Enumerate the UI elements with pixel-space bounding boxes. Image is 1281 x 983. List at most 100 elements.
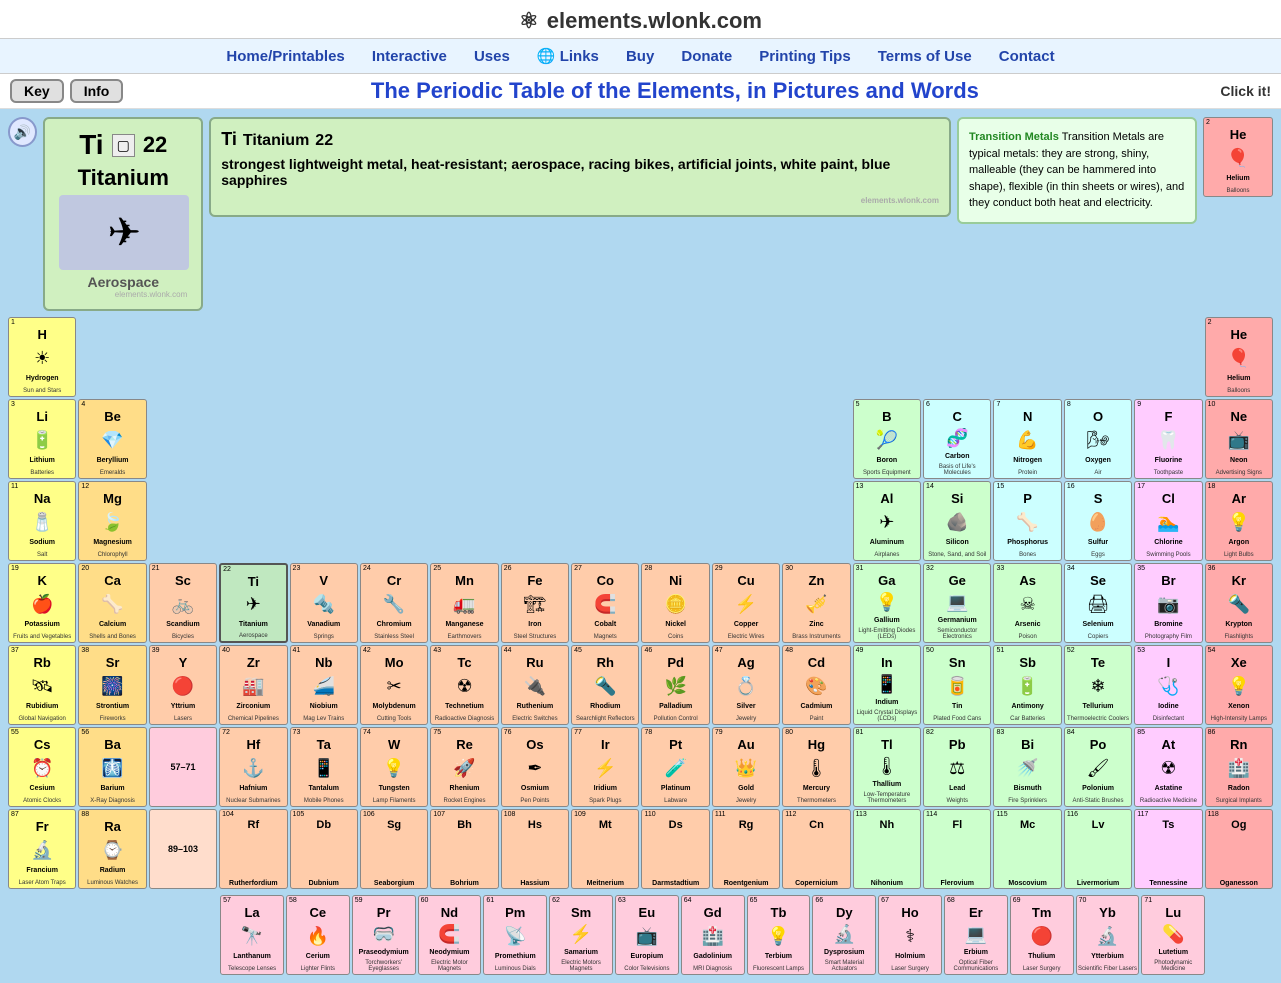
element-tm[interactable]: 69Tm 🔴 Thulium Laser Surgery <box>1010 895 1074 975</box>
element-at[interactable]: 85At ☢ Astatine Radioactive Medicine <box>1134 727 1202 807</box>
element-te[interactable]: 52Te ❄ Tellurium Thermoelectric Coolers <box>1064 645 1132 725</box>
element-au[interactable]: 79Au 👑 Gold Jewelry <box>712 727 780 807</box>
element-pb[interactable]: 82Pb ⚖ Lead Weights <box>923 727 991 807</box>
element-gd[interactable]: 64Gd 🏥 Gadolinium MRI Diagnosis <box>681 895 745 975</box>
element-be[interactable]: 4Be 💎 Beryllium Emeralds <box>78 399 146 479</box>
element-cl[interactable]: 17Cl 🏊 Chlorine Swimming Pools <box>1134 481 1202 561</box>
element-zn[interactable]: 30Zn 🎺 Zinc Brass Instruments <box>782 563 850 643</box>
element-co[interactable]: 27Co 🧲 Cobalt Magnets <box>571 563 639 643</box>
element-cu[interactable]: 29Cu ⚡ Copper Electric Wires <box>712 563 780 643</box>
element-fe[interactable]: 26Fe 🏗 Iron Steel Structures <box>501 563 569 643</box>
nav-interactive[interactable]: Interactive <box>372 48 447 65</box>
element-o[interactable]: 8O 🌬 Oxygen Air <box>1064 399 1132 479</box>
element-bh[interactable]: 107Bh Bohrium <box>430 809 498 889</box>
element-eu[interactable]: 63Eu 📺 Europium Color Televisions <box>615 895 679 975</box>
element-ts[interactable]: 117Ts Tennessine <box>1134 809 1202 889</box>
element-yb[interactable]: 70Yb 🔬 Ytterbium Scientific Fiber Lasers <box>1076 895 1140 975</box>
element-os[interactable]: 76Os ✒ Osmium Pen Points <box>501 727 569 807</box>
element-cn[interactable]: 112Cn Copernicium <box>782 809 850 889</box>
element-pt[interactable]: 78Pt 🧪 Platinum Labware <box>641 727 709 807</box>
element-sr[interactable]: 38Sr 🎆 Strontium Fireworks <box>78 645 146 725</box>
element-tb[interactable]: 65Tb 💡 Terbium Fluorescent Lamps <box>747 895 811 975</box>
element-ru[interactable]: 44Ru 🔌 Ruthenium Electric Switches <box>501 645 569 725</box>
element-h[interactable]: 1H ☀ Hydrogen Sun and Stars <box>8 317 76 397</box>
element-cr[interactable]: 24Cr 🔧 Chromium Stainless Steel <box>360 563 428 643</box>
element-rg[interactable]: 111Rg Roentgenium <box>712 809 780 889</box>
nav-printing[interactable]: Printing Tips <box>759 48 850 65</box>
element-al[interactable]: 13Al ✈ Aluminum Airplanes <box>853 481 921 561</box>
nav-donate[interactable]: Donate <box>681 48 732 65</box>
element-ni[interactable]: 28Ni 🪙 Nickel Coins <box>641 563 709 643</box>
element-mc[interactable]: 115Mc Moscovium <box>993 809 1061 889</box>
element-as[interactable]: 33As ☠ Arsenic Poison <box>993 563 1061 643</box>
element-f[interactable]: 9F 🦷 Fluorine Toothpaste <box>1134 399 1202 479</box>
element-p[interactable]: 15P 🦴 Phosphorus Bones <box>993 481 1061 561</box>
element-y[interactable]: 39Y 🔴 Yttrium Lasers <box>149 645 217 725</box>
element-ca[interactable]: 20Ca 🦴 Calcium Shells and Bones <box>78 563 146 643</box>
element-cs[interactable]: 55Cs ⏰ Cesium Atomic Clocks <box>8 727 76 807</box>
nav-buy[interactable]: Buy <box>626 48 654 65</box>
element-se[interactable]: 34Se 🖨 Selenium Copiers <box>1064 563 1132 643</box>
element-mt[interactable]: 109Mt Meitnerium <box>571 809 639 889</box>
element-rn[interactable]: 86Rn 🏥 Radon Surgical Implants <box>1205 727 1273 807</box>
element-nd[interactable]: 60Nd 🧲 Neodymium Electric Motor Magnets <box>418 895 482 975</box>
sound-button[interactable]: 🔊 <box>8 117 37 147</box>
element-bi[interactable]: 83Bi 🚿 Bismuth Fire Sprinklers <box>993 727 1061 807</box>
element-n[interactable]: 7N 💪 Nitrogen Protein <box>993 399 1061 479</box>
nav-terms[interactable]: Terms of Use <box>878 48 972 65</box>
nav-uses[interactable]: Uses <box>474 48 510 65</box>
element-w[interactable]: 74W 💡 Tungsten Lamp Filaments <box>360 727 428 807</box>
element-b[interactable]: 5B 🎾 Boron Sports Equipment <box>853 399 921 479</box>
element-he[interactable]: 2 He 🎈 Helium Balloons <box>1203 117 1273 197</box>
element-ta[interactable]: 73Ta 📱 Tantalum Mobile Phones <box>290 727 358 807</box>
element-k[interactable]: 19K 🍎 Potassium Fruits and Vegetables <box>8 563 76 643</box>
element-tc[interactable]: 43Tc ☢ Technetium Radioactive Diagnosis <box>430 645 498 725</box>
key-button[interactable]: Key <box>10 79 64 103</box>
element-zr[interactable]: 40Zr 🏭 Zirconium Chemical Pipelines <box>219 645 287 725</box>
element-pr[interactable]: 59Pr 🥽 Praseodymium Torchworkers' Eyegla… <box>352 895 416 975</box>
element-i[interactable]: 53I 🩺 Iodine Disinfectant <box>1134 645 1202 725</box>
element-kr[interactable]: 36Kr 🔦 Krypton Flashlights <box>1205 563 1273 643</box>
element-er[interactable]: 68Er 💻 Erbium Optical Fiber Communicatio… <box>944 895 1008 975</box>
element-dy[interactable]: 66Dy 🔬 Dysprosium Smart Material Actuato… <box>812 895 876 975</box>
element-ne[interactable]: 10Ne 📺 Neon Advertising Signs <box>1205 399 1273 479</box>
element-re[interactable]: 75Re 🚀 Rhenium Rocket Engines <box>430 727 498 807</box>
element-lu[interactable]: 71Lu 💊 Lutetium Photodynamic Medicine <box>1141 895 1205 975</box>
element-ge[interactable]: 32Ge 💻 Germanium Semiconductor Electroni… <box>923 563 991 643</box>
element-ra[interactable]: 88Ra ⌚ Radium Luminous Watches <box>78 809 146 889</box>
element-cd[interactable]: 48Cd 🎨 Cadmium Paint <box>782 645 850 725</box>
nav-links[interactable]: 🌐 Links <box>537 48 599 65</box>
info-button[interactable]: Info <box>70 79 124 103</box>
element-s[interactable]: 16S 🥚 Sulfur Eggs <box>1064 481 1132 561</box>
element-ho[interactable]: 67Ho ⚕ Holmium Laser Surgery <box>878 895 942 975</box>
element-ga[interactable]: 31Ga 💡 Gallium Light-Emitting Diodes (LE… <box>853 563 921 643</box>
element-db[interactable]: 105Db Dubnium <box>290 809 358 889</box>
element-ag[interactable]: 47Ag 💍 Silver Jewelry <box>712 645 780 725</box>
element-fl[interactable]: 114Fl Flerovium <box>923 809 991 889</box>
selected-element-card[interactable]: Ti ▢ 22 Titanium ✈ Aerospace elements.wl… <box>43 117 203 311</box>
element-po[interactable]: 84Po 🖌 Polonium Anti-Static Brushes <box>1064 727 1132 807</box>
element-nh[interactable]: 113Nh Nihonium <box>853 809 921 889</box>
element-rh[interactable]: 45Rh 🔦 Rhodium Searchlight Reflectors <box>571 645 639 725</box>
element-la[interactable]: 57La 🔭 Lanthanum Telescope Lenses <box>220 895 284 975</box>
element-rb[interactable]: 37Rb 🛰 Rubidium Global Navigation <box>8 645 76 725</box>
element-ba[interactable]: 56Ba 🩻 Barium X-Ray Diagnosis <box>78 727 146 807</box>
element-sg[interactable]: 106Sg Seaborgium <box>360 809 428 889</box>
element-ds[interactable]: 110Ds Darmstadtium <box>641 809 709 889</box>
element-li[interactable]: 3Li 🔋 Lithium Batteries <box>8 399 76 479</box>
element-hg[interactable]: 80Hg 🌡 Mercury Thermometers <box>782 727 850 807</box>
element-pm[interactable]: 61Pm 📡 Promethium Luminous Dials <box>483 895 547 975</box>
element-sn[interactable]: 50Sn 🥫 Tin Plated Food Cans <box>923 645 991 725</box>
element-sm[interactable]: 62Sm ⚡ Samarium Electric Motors Magnets <box>549 895 613 975</box>
element-tl[interactable]: 81Tl 🌡 Thallium Low-Temperature Thermome… <box>853 727 921 807</box>
element-in[interactable]: 49In 📱 Indium Liquid Crystal Displays (L… <box>853 645 921 725</box>
element-mo[interactable]: 42Mo ✂ Molybdenum Cutting Tools <box>360 645 428 725</box>
element-mn[interactable]: 25Mn 🚛 Manganese Earthmovers <box>430 563 498 643</box>
element-og[interactable]: 118Og Oganesson <box>1205 809 1273 889</box>
element-nb[interactable]: 41Nb 🚄 Niobium Mag Lev Trains <box>290 645 358 725</box>
element-fr[interactable]: 87Fr 🔬 Francium Laser Atom Traps <box>8 809 76 889</box>
element-sc[interactable]: 21Sc 🚲 Scandium Bicycles <box>149 563 217 643</box>
element-c[interactable]: 6C 🧬 Carbon Basis of Life's Molecules <box>923 399 991 479</box>
element-si[interactable]: 14Si 🪨 Silicon Stone, Sand, and Soil <box>923 481 991 561</box>
nav-home[interactable]: Home/Printables <box>226 48 344 65</box>
